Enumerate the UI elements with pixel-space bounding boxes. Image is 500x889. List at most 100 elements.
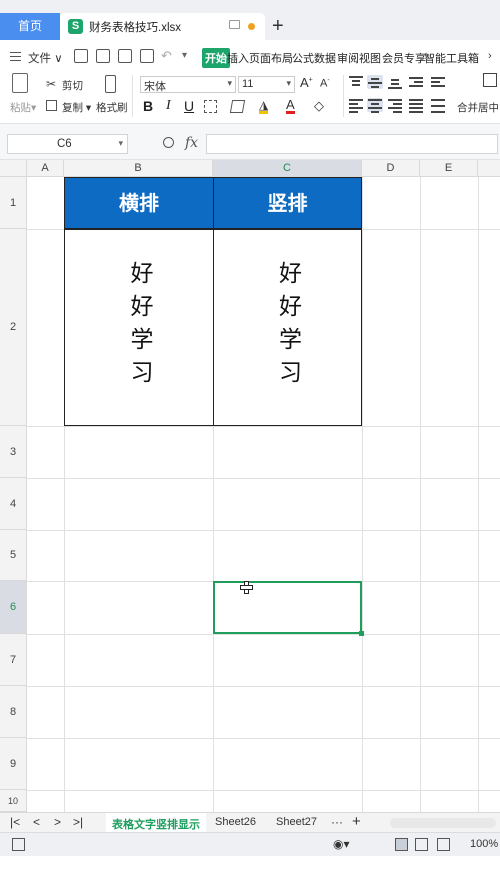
decrease-font-icon[interactable]: A-: [320, 77, 330, 90]
format-painter-button[interactable]: 格式刷: [96, 100, 128, 115]
menu-tab-smart-toolbox[interactable]: 智能工具箱: [424, 50, 479, 66]
menu-tab-start[interactable]: 开始: [202, 48, 230, 68]
function-icon[interactable]: fx: [185, 135, 198, 151]
hamburger-menu-icon[interactable]: [10, 52, 21, 61]
column-header-c[interactable]: C: [213, 160, 362, 177]
align-left-icon[interactable]: [348, 98, 364, 113]
row-header-10[interactable]: 10: [0, 790, 27, 812]
clear-format-icon[interactable]: ◇: [314, 98, 324, 114]
font-size-select[interactable]: 11 ▾: [238, 76, 295, 93]
row-header-3[interactable]: 3: [0, 426, 27, 478]
sheet-tab-sheet27[interactable]: Sheet27: [276, 816, 317, 828]
macro-icon[interactable]: [12, 838, 25, 851]
row-header-8[interactable]: 8: [0, 686, 27, 738]
gridline: [362, 177, 363, 815]
menu-tab-review[interactable]: 审阅: [337, 50, 359, 66]
merge-center-button[interactable]: 合并居中: [457, 100, 499, 115]
column-header-overflow[interactable]: [478, 160, 500, 177]
print-preview-icon[interactable]: [140, 49, 154, 63]
file-menu[interactable]: 文件 ∨: [28, 50, 63, 66]
quick-access-dropdown-icon[interactable]: ▾: [182, 50, 187, 61]
formula-bar: C6 ▾ fx: [0, 124, 500, 160]
horizontal-scrollbar[interactable]: [390, 818, 496, 828]
distributed-align-icon[interactable]: [430, 98, 446, 113]
border-icon[interactable]: [204, 100, 217, 113]
sheet-tab-sheet26[interactable]: Sheet26: [215, 816, 256, 828]
menu-tab-insert[interactable]: 插入: [227, 50, 249, 66]
align-middle-icon[interactable]: [367, 75, 383, 89]
ribbon-divider: [132, 75, 133, 117]
row-header-9[interactable]: 9: [0, 738, 27, 790]
copy-icon[interactable]: [46, 100, 57, 111]
first-sheet-icon[interactable]: |<: [10, 815, 20, 829]
menu-tab-member[interactable]: 会员专享: [382, 50, 426, 66]
font-color-icon[interactable]: A: [286, 98, 295, 114]
bold-button[interactable]: B: [143, 98, 153, 114]
align-center-icon[interactable]: [367, 98, 383, 113]
export-icon[interactable]: [96, 49, 110, 63]
menu-tab-page-layout[interactable]: 页面布局: [249, 50, 293, 66]
align-justify-icon[interactable]: [408, 98, 424, 113]
active-cell-c6[interactable]: [213, 581, 364, 636]
underline-button[interactable]: U: [184, 98, 194, 114]
cell-c1[interactable]: 竖排: [213, 177, 362, 229]
eye-protection-icon[interactable]: ◉▾: [333, 837, 350, 851]
cell-b2[interactable]: 好好学习: [64, 229, 214, 426]
undo-icon[interactable]: ↶: [161, 48, 172, 64]
column-header-d[interactable]: D: [362, 160, 420, 177]
scissors-icon[interactable]: ✂: [46, 77, 56, 91]
normal-view-icon[interactable]: [395, 838, 408, 851]
save-icon[interactable]: [74, 49, 88, 63]
row-header-2[interactable]: 2: [0, 229, 27, 426]
cell-b1[interactable]: 横排: [64, 177, 214, 229]
cut-button[interactable]: 剪切: [62, 78, 83, 93]
new-tab-button[interactable]: +: [272, 14, 284, 38]
indent-left-icon[interactable]: [408, 75, 424, 89]
row-header-5[interactable]: 5: [0, 530, 27, 581]
column-header-a[interactable]: A: [27, 160, 64, 177]
menu-tab-formula[interactable]: 公式: [292, 50, 314, 66]
italic-button[interactable]: I: [166, 98, 171, 114]
row-header-6[interactable]: 6: [0, 581, 27, 634]
page-layout-view-icon[interactable]: [415, 838, 428, 851]
row-header-1[interactable]: 1: [0, 177, 27, 229]
align-right-icon[interactable]: [387, 98, 403, 113]
fill-color-icon[interactable]: [229, 100, 246, 113]
prev-sheet-icon[interactable]: <: [33, 815, 40, 829]
select-all-corner[interactable]: [0, 160, 27, 177]
indent-right-icon[interactable]: [430, 75, 446, 89]
monitor-icon[interactable]: [229, 20, 240, 29]
menu-tab-view[interactable]: 视图: [359, 50, 381, 66]
row-header-7[interactable]: 7: [0, 634, 27, 686]
cell-c2[interactable]: 好好学习: [213, 229, 362, 426]
format-painter-icon[interactable]: [105, 75, 116, 93]
page-break-view-icon[interactable]: [437, 838, 450, 851]
next-sheet-icon[interactable]: >: [54, 815, 61, 829]
menu-tab-data[interactable]: 数据: [314, 50, 336, 66]
row-header-4[interactable]: 4: [0, 478, 27, 530]
align-bottom-icon[interactable]: [387, 75, 403, 89]
cell-b2-text-wrap: 好好学习: [65, 261, 213, 401]
gridline: [27, 478, 500, 479]
formula-input[interactable]: [206, 134, 498, 154]
increase-font-icon[interactable]: A+: [300, 75, 313, 90]
zoom-level[interactable]: 100%: [470, 838, 498, 850]
home-tab[interactable]: 首页: [0, 13, 60, 40]
name-box[interactable]: C6 ▾: [7, 134, 128, 154]
paste-button[interactable]: 粘贴▾: [10, 100, 36, 115]
search-icon[interactable]: [163, 137, 174, 148]
add-sheet-button[interactable]: +: [352, 813, 361, 830]
last-sheet-icon[interactable]: >|: [73, 815, 83, 829]
align-top-icon[interactable]: [348, 75, 364, 89]
file-tab[interactable]: S 财务表格技巧.xlsx: [60, 13, 265, 40]
font-name-select[interactable]: 宋体 ▾: [140, 76, 236, 93]
print-icon[interactable]: [118, 49, 132, 63]
column-header-b[interactable]: B: [64, 160, 213, 177]
copy-button[interactable]: 复制 ▾: [62, 100, 91, 115]
paste-icon[interactable]: [12, 73, 28, 93]
column-header-e[interactable]: E: [420, 160, 478, 177]
more-sheets-button[interactable]: ···: [331, 815, 343, 829]
merge-icon[interactable]: [483, 73, 497, 87]
menu-more-icon[interactable]: ›: [488, 50, 492, 62]
highlight-icon[interactable]: ◮: [259, 99, 269, 114]
